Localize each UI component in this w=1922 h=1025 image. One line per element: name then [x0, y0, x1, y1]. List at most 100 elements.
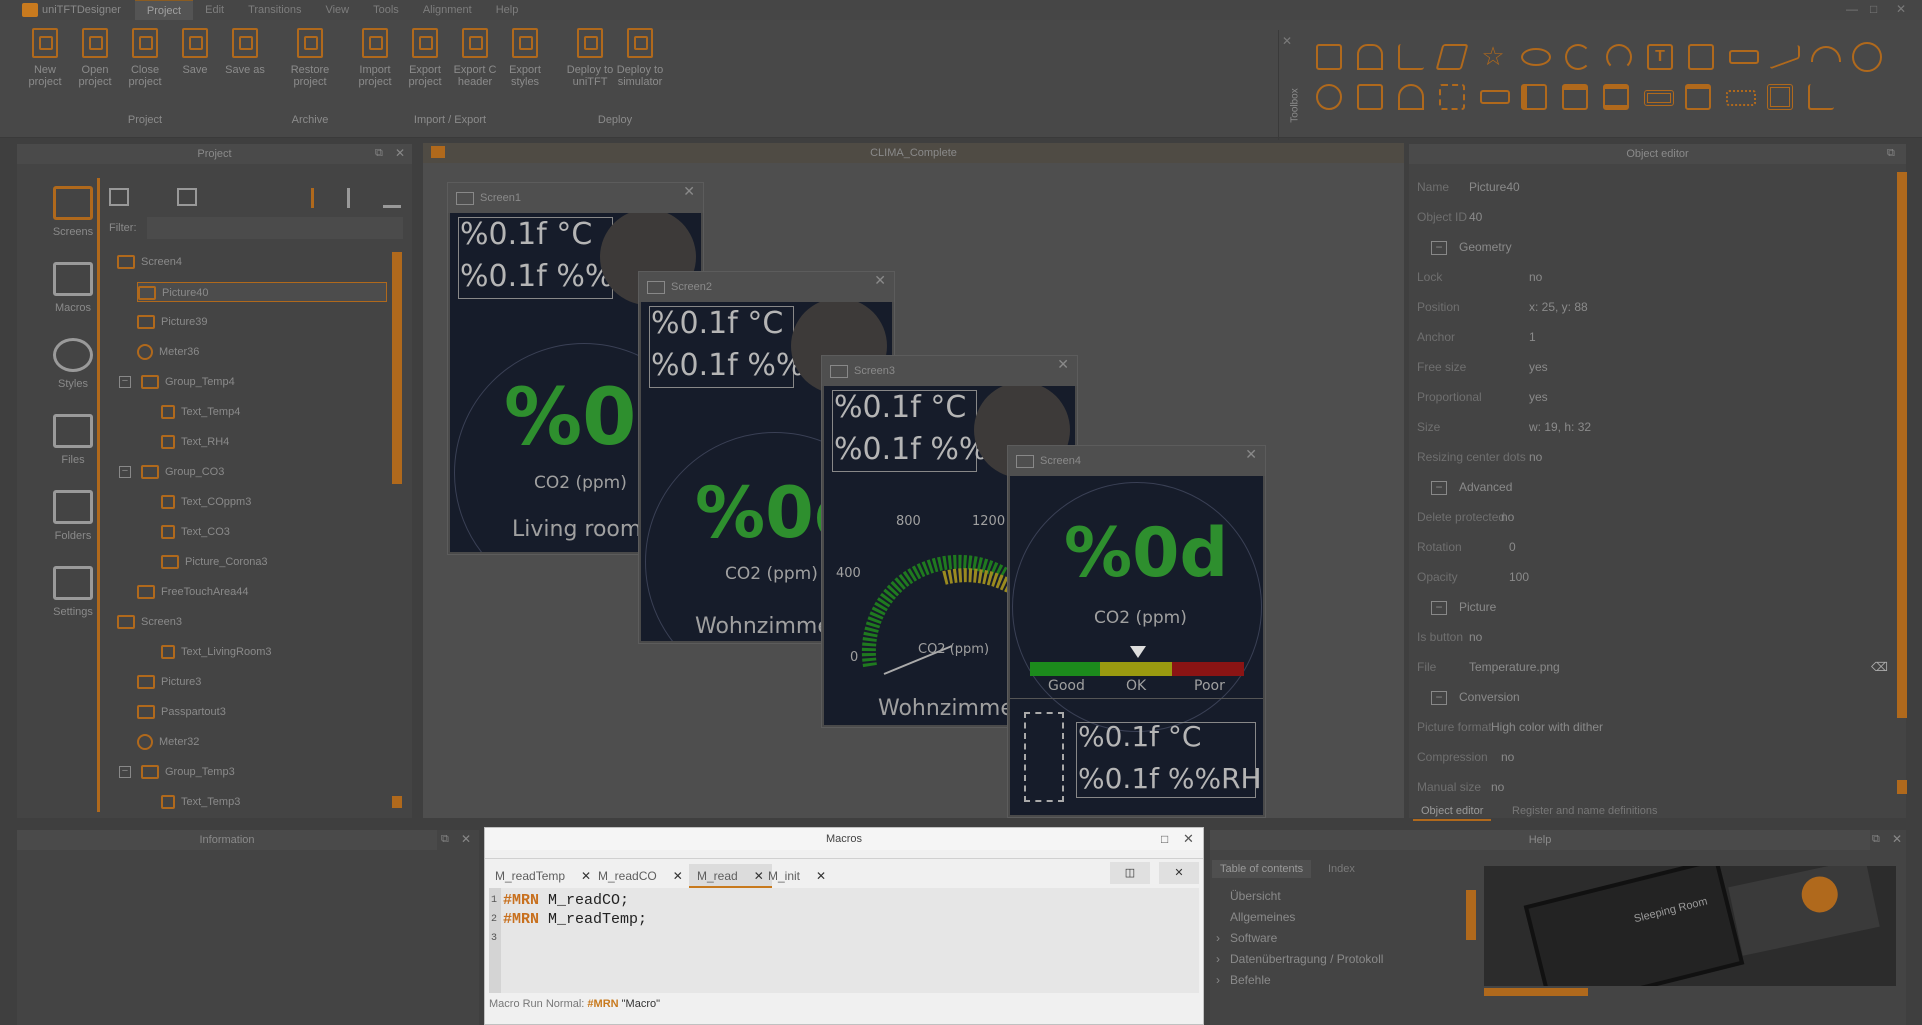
meter-tool-icon[interactable] — [1852, 42, 1882, 72]
freeform-tool-icon[interactable] — [1435, 44, 1469, 70]
prop-row-proportional[interactable]: Proportional yes — [1409, 382, 1889, 412]
close-icon[interactable]: ✕ — [1896, 2, 1906, 16]
collapse-section-icon[interactable]: − — [1431, 240, 1447, 255]
tree-scrollbar-arrow[interactable] — [392, 796, 402, 808]
tree-item-picture-corona3[interactable]: Picture_Corona3 — [161, 552, 268, 572]
close-tab-icon[interactable]: ✕ — [816, 869, 826, 883]
sort-down-icon[interactable] — [347, 188, 365, 208]
table-tool-icon[interactable] — [1767, 84, 1793, 110]
section-picture[interactable]: − Picture — [1409, 592, 1889, 622]
rectangle-tool-icon[interactable] — [1316, 44, 1342, 70]
polygon-tool-icon[interactable] — [1357, 44, 1383, 70]
help-tab-index[interactable]: Index — [1320, 860, 1363, 878]
filter-input[interactable] — [147, 217, 403, 239]
project-panel-close-icon[interactable]: ✕ — [395, 146, 405, 160]
open-project-button[interactable]: Open project — [69, 20, 121, 88]
macro-tab-read[interactable]: M_read ✕ — [689, 864, 772, 888]
slider-tool-icon[interactable] — [1770, 44, 1800, 70]
collapse-section-icon[interactable]: − — [1431, 480, 1447, 495]
save-as-button[interactable]: Save as — [219, 20, 271, 76]
tree-item-group-temp3[interactable]: − Group_Temp3 — [119, 762, 235, 782]
tree-item-passpartout3[interactable]: Passpartout3 — [137, 702, 226, 722]
macro-tab-init[interactable]: M_init ✕ — [768, 864, 826, 888]
tree-scrollbar-thumb[interactable] — [392, 252, 402, 484]
help-scrollbar[interactable] — [1466, 890, 1476, 940]
help-toc-item[interactable]: Allgemeines — [1216, 907, 1295, 928]
tree-item-screen3[interactable]: −Screen3 — [113, 612, 182, 632]
deploy-simulator-button[interactable]: Deploy to simulator — [614, 20, 666, 88]
export-styles-button[interactable]: Export styles — [499, 20, 551, 88]
prop-row-delete-protected[interactable]: Delete protected no — [1409, 502, 1889, 532]
help-undock-icon[interactable]: ⧉ — [1872, 833, 1880, 846]
prop-row-is-button[interactable]: Is button no — [1409, 622, 1889, 652]
menu-view[interactable]: View — [313, 0, 361, 20]
prop-row-anchor[interactable]: Anchor 1 — [1409, 322, 1889, 352]
close-tab-icon[interactable]: ✕ — [581, 869, 591, 883]
prop-row-position[interactable]: Position x: 25, y: 88 — [1409, 292, 1889, 322]
restore-project-button[interactable]: Restore project — [284, 20, 336, 88]
canvas-home-icon[interactable] — [431, 146, 445, 158]
tree-item-meter36[interactable]: Meter36 — [137, 342, 199, 362]
project-panel-undock-icon[interactable]: ⧉ — [375, 147, 383, 160]
help-tab-contents[interactable]: Table of contents — [1212, 860, 1312, 878]
import-project-button[interactable]: Import project — [349, 20, 401, 88]
macros-close-icon[interactable]: ✕ — [1183, 831, 1194, 847]
screen4-window[interactable]: Screen4 ✕ %0d CO2 (ppm) Good OK Poor %0.1… — [1007, 445, 1266, 818]
screen1-close-icon[interactable]: ✕ — [683, 183, 695, 200]
collapse-section-icon[interactable]: − — [1431, 690, 1447, 705]
close-editor-button[interactable]: ✕ — [1159, 862, 1199, 884]
menu-help[interactable]: Help — [484, 0, 531, 20]
print-tool-icon[interactable] — [1603, 84, 1629, 110]
tree-item-screen4[interactable]: −Screen4 — [113, 252, 182, 272]
text-tool-icon[interactable]: T — [1647, 44, 1673, 70]
arc-tool-icon[interactable] — [1565, 44, 1591, 70]
tree-item-picture3[interactable]: Picture3 — [137, 672, 201, 692]
collapse-toggle-icon[interactable]: − — [119, 766, 131, 779]
tree-item-text-co3[interactable]: Text_CO3 — [161, 522, 230, 542]
information-undock-icon[interactable]: ⧉ — [441, 833, 449, 846]
prop-row-manual-size[interactable]: Manual size no — [1409, 772, 1889, 792]
screen3-close-icon[interactable]: ✕ — [1057, 356, 1069, 373]
deploy-unitft-button[interactable]: Deploy to uniTFT — [564, 20, 616, 88]
close-project-button[interactable]: Close project — [119, 20, 171, 88]
information-close-icon[interactable]: ✕ — [461, 832, 471, 846]
collapse-toggle-icon[interactable]: − — [119, 466, 131, 479]
object-editor-scroll-arrow[interactable] — [1897, 780, 1907, 794]
prop-row-opacity[interactable]: Opacity 100 — [1409, 562, 1889, 592]
prop-row-file[interactable]: File Temperature.png ⌫ — [1409, 652, 1889, 682]
menu-tools[interactable]: Tools — [361, 0, 411, 20]
menu-alignment[interactable]: Alignment — [411, 0, 484, 20]
circle-segment-tool-icon[interactable] — [1606, 44, 1632, 70]
screen4-close-icon[interactable]: ✕ — [1245, 446, 1257, 463]
tree-item-group-temp4[interactable]: − Group_Temp4 — [119, 372, 235, 392]
object-editor-scrollbar[interactable] — [1897, 172, 1907, 718]
sort-order-icon[interactable] — [383, 188, 401, 208]
tree-item-text-rh4[interactable]: Text_RH4 — [161, 432, 229, 452]
ellipse-tool-icon[interactable] — [1521, 48, 1551, 66]
macro-code-editor[interactable]: 1 #MRN M_readCO; 2 #MRN M_readTemp; 3 — [489, 888, 1199, 993]
gauge-tool-icon[interactable] — [1811, 46, 1841, 62]
clock-tool-icon[interactable] — [1316, 84, 1342, 110]
collapse-section-icon[interactable]: − — [1431, 600, 1447, 615]
copy-screen-icon[interactable] — [177, 188, 197, 206]
touch-area-tool-icon[interactable] — [1439, 84, 1465, 110]
help-toc-item[interactable]: Übersicht — [1216, 886, 1281, 907]
help-close-icon[interactable]: ✕ — [1892, 832, 1902, 846]
object-editor-undock-icon[interactable]: ⧉ — [1887, 147, 1895, 160]
section-geometry[interactable]: − Geometry — [1409, 232, 1889, 262]
prop-row-lock[interactable]: Lock no — [1409, 262, 1889, 292]
maximize-icon[interactable]: □ — [1870, 2, 1877, 16]
prop-row-compression[interactable]: Compression no — [1409, 742, 1889, 772]
tree-item-picture40[interactable]: Picture40 — [137, 282, 387, 302]
picture-tool-icon[interactable] — [1688, 44, 1714, 70]
add-screen-icon[interactable] — [109, 188, 129, 206]
touch-button-tool-icon[interactable] — [1357, 84, 1383, 110]
touch-toggle-tool-icon[interactable] — [1398, 84, 1424, 110]
minimize-icon[interactable]: — — [1846, 2, 1858, 16]
export-project-button[interactable]: Export project — [399, 20, 451, 88]
tree-item-text-livingroom3[interactable]: Text_LivingRoom3 — [161, 642, 272, 662]
help-hscroll-thumb[interactable] — [1484, 988, 1588, 996]
menu-edit[interactable]: Edit — [193, 0, 236, 20]
screen2-close-icon[interactable]: ✕ — [874, 272, 886, 289]
tree-item-picture39[interactable]: Picture39 — [137, 312, 207, 332]
